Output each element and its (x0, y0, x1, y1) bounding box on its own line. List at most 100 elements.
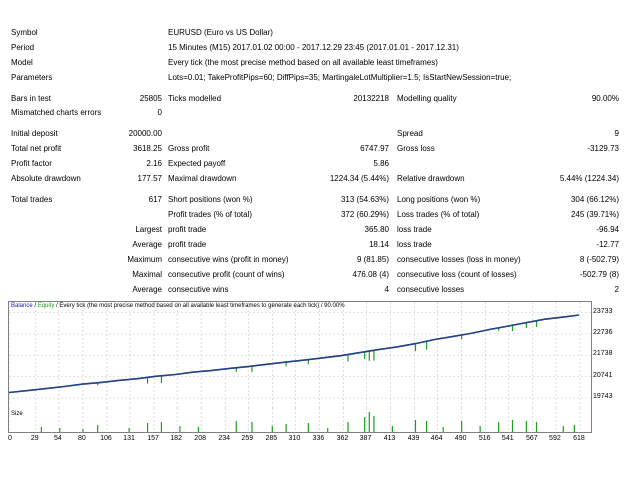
maximal-cons-profit-label: consecutive profit (count of wins) (168, 270, 285, 279)
size-bar (235, 421, 237, 432)
balance-chart-svg (8, 302, 591, 408)
max-cons-wins-value: 9 (81.85) (356, 255, 389, 264)
mismatched-label: Mismatched charts errors (11, 108, 102, 117)
largest-loss-value: -96.94 (596, 225, 619, 234)
gross-loss-value: -3129.73 (587, 144, 619, 153)
size-bar (461, 421, 463, 432)
x-tick-label: 54 (53, 435, 62, 442)
average-label: Average (132, 240, 162, 249)
x-tick-label: 29 (30, 435, 39, 442)
largest-label: Largest (135, 225, 162, 234)
profit-trades-label: Profit trades (% of total) (168, 210, 253, 219)
x-tick-label: 516 (478, 435, 491, 442)
maximal-cons-loss-label: consecutive loss (count of losses) (397, 270, 517, 279)
size-bar (307, 423, 309, 432)
total-trades-label: Total trades (11, 195, 53, 204)
total-trades-value: 617 (148, 195, 162, 204)
loss-trades-value: 245 (39.71%) (570, 210, 619, 219)
size-bar (347, 422, 349, 432)
size-bar (327, 428, 329, 432)
profit-factor-label: Profit factor (11, 159, 52, 168)
y-tick-label: 21738 (593, 350, 613, 358)
spread-value: 9 (614, 129, 619, 138)
x-tick-label: 0 (8, 435, 12, 442)
deposit-value: 20000.00 (128, 129, 162, 138)
size-bar (59, 428, 61, 432)
x-tick-label: 285 (265, 435, 278, 442)
gross-profit-label: Gross profit (168, 144, 210, 153)
balance-chart (8, 301, 592, 409)
size-bar (373, 416, 375, 432)
x-tick-label: 131 (123, 435, 135, 442)
x-tick-label: 362 (336, 435, 349, 442)
maximum-label: Maximum (127, 255, 162, 264)
legend-equity: Equity (37, 303, 55, 309)
x-tick-label: 310 (288, 435, 301, 442)
maximal-label: Maximal (132, 270, 162, 279)
ticks-value: 20132218 (353, 94, 389, 103)
y-tick-label: 22736 (593, 328, 613, 336)
y-tick-label: 23733 (593, 307, 613, 315)
deposit-label: Initial deposit (11, 129, 58, 138)
x-tick-label: 618 (573, 435, 585, 442)
x-tick-label: 80 (77, 435, 86, 442)
avg-cons-wins-value: 4 (384, 285, 389, 294)
spread-label: Spread (397, 129, 423, 138)
loss-trades-label: Loss trades (% of total) (397, 210, 480, 219)
quality-value: 90.00% (591, 94, 619, 103)
rel-dd-value: 5.44% (1224.34) (559, 174, 619, 183)
size-bar (160, 422, 163, 432)
average-profit-value: 18.14 (368, 240, 389, 249)
x-tick-label: 439 (407, 435, 420, 442)
size-panel (8, 408, 592, 433)
mismatched-value: 0 (157, 108, 162, 117)
size-bar (82, 429, 84, 432)
abs-dd-value: 177.57 (137, 174, 162, 183)
equity-line (8, 314, 580, 393)
size-bar (97, 425, 99, 432)
largest-profit-value: 365.80 (364, 225, 389, 234)
size-bar (442, 427, 444, 432)
size-bar (146, 423, 149, 432)
size-bar (414, 420, 417, 432)
size-bar (479, 426, 481, 432)
avg-cons-losses-value: 2 (614, 285, 619, 294)
x-tick-label: 234 (218, 435, 230, 442)
parameters-label: Parameters (11, 73, 53, 82)
profit-trades-value: 372 (60.29%) (340, 210, 389, 219)
size-bar (285, 424, 287, 432)
x-tick-label: 208 (194, 435, 206, 442)
gross-loss-label: Gross loss (397, 144, 435, 153)
x-tick-label: 592 (549, 435, 561, 442)
chart-legend: Balance / Equity / Every tick (the most … (11, 302, 345, 310)
model-value: Every tick (the most precise method base… (168, 58, 438, 67)
symbol-value: EURUSD (Euro vs US Dollar) (168, 28, 273, 37)
quality-label: Modelling quality (397, 94, 457, 103)
ticks-label: Ticks modelled (168, 94, 222, 103)
x-tick-label: 567 (525, 435, 538, 442)
size-bar (525, 421, 527, 432)
size-bar (368, 412, 370, 432)
average-loss-value: -12.77 (596, 240, 619, 249)
bars-value: 25805 (139, 94, 162, 103)
max-dd-label: Maximal drawdown (168, 174, 237, 183)
y-tick-label: 20741 (593, 371, 613, 379)
avg-cons-losses-label: consecutive losses (397, 285, 465, 294)
size-bar (498, 422, 500, 432)
largest-loss-label: loss trade (397, 225, 432, 234)
x-tick-label: 490 (454, 435, 467, 442)
x-tick-label: 541 (501, 435, 514, 442)
x-tick-label: 336 (312, 435, 325, 442)
payoff-value: 5.86 (373, 159, 389, 168)
size-bar (535, 422, 538, 432)
short-label: Short positions (won %) (168, 195, 253, 204)
period-label: Period (11, 43, 35, 52)
model-label: Model (11, 58, 33, 67)
maximal-cons-loss-value: -502.79 (8) (579, 270, 619, 279)
avg-cons-wins-label: consecutive wins (168, 285, 229, 294)
size-bar (179, 426, 181, 432)
size-bar (364, 417, 366, 432)
parameters-value: Lots=0.01; TakeProfitPips=60; DiffPips=3… (168, 73, 512, 82)
short-value: 313 (54.63%) (340, 195, 389, 204)
payoff-label: Expected payoff (168, 159, 226, 168)
